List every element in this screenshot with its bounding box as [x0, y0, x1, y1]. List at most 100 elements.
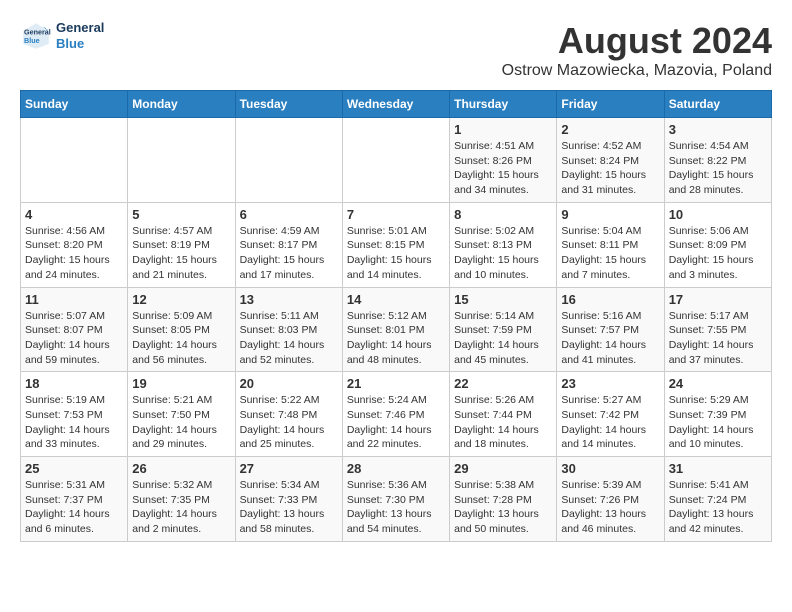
calendar-cell: 17 Sunrise: 5:17 AM Sunset: 7:55 PM Dayli…	[664, 287, 771, 372]
day-info: Sunrise: 4:54 AM Sunset: 8:22 PM Dayligh…	[669, 139, 767, 198]
day-number: 6	[240, 207, 338, 222]
calendar-header: SundayMondayTuesdayWednesdayThursdayFrid…	[21, 91, 772, 118]
page-header: General Blue General Blue August 2024 Os…	[20, 20, 772, 80]
main-title: August 2024	[502, 20, 772, 62]
day-info: Sunrise: 5:34 AM Sunset: 7:33 PM Dayligh…	[240, 478, 338, 537]
calendar-cell	[235, 118, 342, 203]
col-header-friday: Friday	[557, 91, 664, 118]
calendar-cell: 27 Sunrise: 5:34 AM Sunset: 7:33 PM Dayli…	[235, 457, 342, 542]
day-number: 24	[669, 376, 767, 391]
day-info: Sunrise: 4:57 AM Sunset: 8:19 PM Dayligh…	[132, 224, 230, 283]
day-number: 30	[561, 461, 659, 476]
week-row-5: 25 Sunrise: 5:31 AM Sunset: 7:37 PM Dayli…	[21, 457, 772, 542]
calendar-cell: 3 Sunrise: 4:54 AM Sunset: 8:22 PM Daylig…	[664, 118, 771, 203]
calendar-cell: 21 Sunrise: 5:24 AM Sunset: 7:46 PM Dayli…	[342, 372, 449, 457]
day-number: 26	[132, 461, 230, 476]
day-info: Sunrise: 5:27 AM Sunset: 7:42 PM Dayligh…	[561, 393, 659, 452]
calendar-table: SundayMondayTuesdayWednesdayThursdayFrid…	[20, 90, 772, 542]
day-info: Sunrise: 5:19 AM Sunset: 7:53 PM Dayligh…	[25, 393, 123, 452]
logo: General Blue General Blue	[20, 20, 104, 52]
day-number: 22	[454, 376, 552, 391]
day-number: 19	[132, 376, 230, 391]
day-info: Sunrise: 5:26 AM Sunset: 7:44 PM Dayligh…	[454, 393, 552, 452]
calendar-cell: 1Sunrise: 4:51 AM Sunset: 8:26 PM Daylig…	[450, 118, 557, 203]
calendar-cell: 15Sunrise: 5:14 AM Sunset: 7:59 PM Dayli…	[450, 287, 557, 372]
col-header-sunday: Sunday	[21, 91, 128, 118]
calendar-cell: 10 Sunrise: 5:06 AM Sunset: 8:09 PM Dayli…	[664, 202, 771, 287]
calendar-cell: 12 Sunrise: 5:09 AM Sunset: 8:05 PM Dayli…	[128, 287, 235, 372]
day-number: 8	[454, 207, 552, 222]
day-info: Sunrise: 5:07 AM Sunset: 8:07 PM Dayligh…	[25, 309, 123, 368]
day-number: 11	[25, 292, 123, 307]
calendar-cell: 9 Sunrise: 5:04 AM Sunset: 8:11 PM Daylig…	[557, 202, 664, 287]
col-header-monday: Monday	[128, 91, 235, 118]
calendar-cell: 26 Sunrise: 5:32 AM Sunset: 7:35 PM Dayli…	[128, 457, 235, 542]
day-number: 12	[132, 292, 230, 307]
subtitle: Ostrow Mazowiecka, Mazovia, Poland	[502, 62, 772, 80]
day-number: 7	[347, 207, 445, 222]
svg-text:Blue: Blue	[24, 36, 40, 45]
col-header-wednesday: Wednesday	[342, 91, 449, 118]
day-info: Sunrise: 4:59 AM Sunset: 8:17 PM Dayligh…	[240, 224, 338, 283]
calendar-cell: 28 Sunrise: 5:36 AM Sunset: 7:30 PM Dayli…	[342, 457, 449, 542]
day-info: Sunrise: 5:02 AM Sunset: 8:13 PM Dayligh…	[454, 224, 552, 283]
week-row-1: 1Sunrise: 4:51 AM Sunset: 8:26 PM Daylig…	[21, 118, 772, 203]
day-number: 10	[669, 207, 767, 222]
week-row-4: 18 Sunrise: 5:19 AM Sunset: 7:53 PM Dayli…	[21, 372, 772, 457]
day-info: Sunrise: 5:31 AM Sunset: 7:37 PM Dayligh…	[25, 478, 123, 537]
calendar-cell: 2 Sunrise: 4:52 AM Sunset: 8:24 PM Daylig…	[557, 118, 664, 203]
day-info: Sunrise: 5:06 AM Sunset: 8:09 PM Dayligh…	[669, 224, 767, 283]
day-info: Sunrise: 5:12 AM Sunset: 8:01 PM Dayligh…	[347, 309, 445, 368]
day-info: Sunrise: 4:56 AM Sunset: 8:20 PM Dayligh…	[25, 224, 123, 283]
svg-text:General: General	[24, 27, 51, 36]
title-block: August 2024 Ostrow Mazowiecka, Mazovia, …	[502, 20, 772, 80]
day-number: 21	[347, 376, 445, 391]
calendar-cell: 19Sunrise: 5:21 AM Sunset: 7:50 PM Dayli…	[128, 372, 235, 457]
day-number: 13	[240, 292, 338, 307]
calendar-cell	[21, 118, 128, 203]
day-number: 27	[240, 461, 338, 476]
calendar-cell: 8 Sunrise: 5:02 AM Sunset: 8:13 PM Daylig…	[450, 202, 557, 287]
calendar-cell: 23 Sunrise: 5:27 AM Sunset: 7:42 PM Dayli…	[557, 372, 664, 457]
calendar-cell: 14Sunrise: 5:12 AM Sunset: 8:01 PM Dayli…	[342, 287, 449, 372]
calendar-cell: 4Sunrise: 4:56 AM Sunset: 8:20 PM Daylig…	[21, 202, 128, 287]
day-number: 25	[25, 461, 123, 476]
day-info: Sunrise: 5:36 AM Sunset: 7:30 PM Dayligh…	[347, 478, 445, 537]
day-number: 17	[669, 292, 767, 307]
day-info: Sunrise: 5:04 AM Sunset: 8:11 PM Dayligh…	[561, 224, 659, 283]
day-info: Sunrise: 5:17 AM Sunset: 7:55 PM Dayligh…	[669, 309, 767, 368]
day-info: Sunrise: 5:09 AM Sunset: 8:05 PM Dayligh…	[132, 309, 230, 368]
logo-text-general: General	[56, 20, 104, 36]
day-info: Sunrise: 5:29 AM Sunset: 7:39 PM Dayligh…	[669, 393, 767, 452]
day-info: Sunrise: 4:52 AM Sunset: 8:24 PM Dayligh…	[561, 139, 659, 198]
col-header-saturday: Saturday	[664, 91, 771, 118]
day-number: 31	[669, 461, 767, 476]
calendar-cell: 18 Sunrise: 5:19 AM Sunset: 7:53 PM Dayli…	[21, 372, 128, 457]
calendar-cell: 7 Sunrise: 5:01 AM Sunset: 8:15 PM Daylig…	[342, 202, 449, 287]
logo-text-blue: Blue	[56, 36, 104, 52]
col-header-thursday: Thursday	[450, 91, 557, 118]
calendar-cell: 5 Sunrise: 4:57 AM Sunset: 8:19 PM Daylig…	[128, 202, 235, 287]
day-number: 29	[454, 461, 552, 476]
week-row-3: 11 Sunrise: 5:07 AM Sunset: 8:07 PM Dayli…	[21, 287, 772, 372]
day-info: Sunrise: 5:01 AM Sunset: 8:15 PM Dayligh…	[347, 224, 445, 283]
day-number: 15	[454, 292, 552, 307]
calendar-cell: 29 Sunrise: 5:38 AM Sunset: 7:28 PM Dayli…	[450, 457, 557, 542]
day-number: 9	[561, 207, 659, 222]
calendar-cell: 6 Sunrise: 4:59 AM Sunset: 8:17 PM Daylig…	[235, 202, 342, 287]
day-number: 18	[25, 376, 123, 391]
day-number: 28	[347, 461, 445, 476]
day-number: 2	[561, 122, 659, 137]
day-info: Sunrise: 5:32 AM Sunset: 7:35 PM Dayligh…	[132, 478, 230, 537]
calendar-cell: 22 Sunrise: 5:26 AM Sunset: 7:44 PM Dayli…	[450, 372, 557, 457]
calendar-cell	[128, 118, 235, 203]
col-header-tuesday: Tuesday	[235, 91, 342, 118]
day-info: Sunrise: 5:38 AM Sunset: 7:28 PM Dayligh…	[454, 478, 552, 537]
day-number: 23	[561, 376, 659, 391]
day-number: 3	[669, 122, 767, 137]
day-number: 16	[561, 292, 659, 307]
day-info: Sunrise: 5:24 AM Sunset: 7:46 PM Dayligh…	[347, 393, 445, 452]
day-number: 5	[132, 207, 230, 222]
day-number: 20	[240, 376, 338, 391]
day-info: Sunrise: 5:11 AM Sunset: 8:03 PM Dayligh…	[240, 309, 338, 368]
